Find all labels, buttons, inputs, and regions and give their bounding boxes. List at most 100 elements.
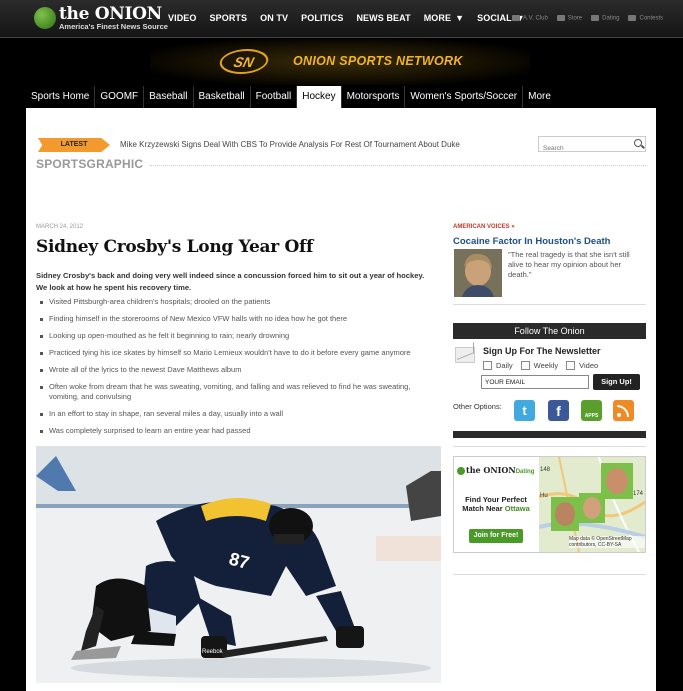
utility-links: A.V. Club Store Dating Contests [512, 15, 672, 22]
article-photo: 87 Reebok [36, 446, 441, 683]
sports-nav-womens[interactable]: Women's Sports/Soccer [404, 86, 523, 108]
article-lede: Sidney Crosby's back and doing very well… [36, 271, 425, 292]
nav-video[interactable]: VIDEO [168, 13, 197, 23]
dating-ad-headline: Find Your Perfect Match Near Ottawa [454, 495, 538, 513]
map-credit: Map data © OpenStreetMap contributors, C… [569, 536, 645, 548]
logo-tagline: America's Finest News Source [59, 22, 168, 31]
heart-icon [591, 15, 600, 21]
nav-on-tv[interactable]: ON TV [260, 13, 288, 23]
util-contests[interactable]: Contests [628, 15, 663, 22]
nav-politics[interactable]: POLITICS [301, 13, 343, 23]
video-label: Video [579, 361, 599, 370]
dating-ad[interactable]: the ONIONDating Find Your Perfect Match … [453, 456, 646, 553]
facebook-icon[interactable]: f [548, 400, 569, 421]
sports-network-banner[interactable]: SN ONION SPORTS NETWORK [0, 39, 683, 85]
follow-the-onion-header: Follow The Onion [453, 323, 646, 339]
star-icon [628, 15, 637, 21]
dating-brand: the ONION [466, 465, 516, 475]
sidebar-divider [453, 446, 646, 447]
banner-title: ONION SPORTS NETWORK [293, 54, 463, 68]
list-item: Often woke from dream that he was sweati… [36, 382, 436, 402]
section-title: SPORTSGRAPHIC [36, 157, 144, 171]
dating-brand-suffix: Dating [515, 469, 535, 475]
ad-city: Ottawa [504, 504, 530, 513]
sports-nav-home[interactable]: Sports Home [26, 86, 95, 108]
sidebar-divider [453, 304, 646, 305]
section-divider [150, 165, 646, 166]
daily-checkbox[interactable] [483, 361, 492, 370]
map-label: Hu [540, 493, 548, 499]
search-input[interactable] [539, 141, 629, 156]
sports-nav: Sports Home GOOMF Baseball Basketball Fo… [26, 86, 556, 108]
nav-more-label: MORE [423, 13, 452, 23]
onion-logo[interactable]: the ONION America's Finest News Source [34, 5, 168, 35]
sports-nav-motorsports[interactable]: Motorsports [340, 86, 405, 108]
latest-headline-link[interactable]: Mike Krzyzewski Signs Deal With CBS To P… [120, 140, 460, 149]
avclub-icon [512, 15, 520, 21]
apps-label: APPS [584, 413, 599, 419]
nav-news-beat[interactable]: NEWS BEAT [356, 13, 410, 23]
american-voices-title[interactable]: Cocaine Factor In Houston's Death [453, 236, 610, 247]
rss-icon[interactable] [613, 400, 634, 421]
american-voices-quote: "The real tragedy is that she isn't stil… [508, 250, 630, 279]
util-avclub-label: A.V. Club [523, 15, 548, 22]
search-box [538, 136, 646, 156]
daily-label: Daily [496, 361, 513, 370]
envelope-icon [455, 347, 475, 363]
util-avclub[interactable]: A.V. Club [512, 15, 548, 22]
map-label: 174 [633, 491, 644, 497]
caret-down-icon: ▼ [455, 13, 465, 23]
top-bar: the ONION America's Finest News Source V… [0, 0, 683, 38]
search-icon[interactable] [634, 139, 642, 147]
util-store[interactable]: Store [556, 15, 583, 22]
sports-nav-basketball[interactable]: Basketball [192, 86, 250, 108]
top-nav: VIDEO SPORTS ON TV POLITICS NEWS BEAT MO… [168, 13, 538, 23]
article-bullet-list: Visited Pittsburgh-area children's hospi… [36, 297, 436, 443]
email-field[interactable] [481, 375, 589, 389]
globe-icon [34, 7, 56, 29]
sports-nav-goomf[interactable]: GOOMF [94, 86, 144, 108]
american-voices-label[interactable]: AMERICAN VOICES » [453, 224, 515, 230]
weekly-checkbox[interactable] [520, 361, 530, 370]
list-item: Was completely surprised to learn an ent… [36, 426, 436, 436]
latest-tag: LATEST [38, 138, 110, 152]
globe-icon [457, 467, 465, 475]
article-date: MARCH 24, 2012 [36, 224, 84, 230]
hockey-player-image: 87 Reebok [36, 446, 441, 683]
sports-nav-baseball[interactable]: Baseball [143, 86, 193, 108]
video-checkbox[interactable] [566, 361, 576, 370]
sports-nav-hockey[interactable]: Hockey [296, 86, 341, 108]
nav-sports[interactable]: SPORTS [210, 13, 248, 23]
join-for-free-button[interactable]: Join for Free! [469, 529, 523, 543]
main-content: LATEST Mike Krzyzewski Signs Deal With C… [26, 108, 656, 691]
signup-button[interactable]: Sign Up! [593, 374, 640, 390]
cart-icon [556, 15, 565, 21]
sports-nav-football[interactable]: Football [249, 86, 297, 108]
american-voices-photo[interactable] [454, 249, 502, 297]
nav-social-label: SOCIAL [477, 13, 512, 23]
util-store-label: Store [567, 15, 583, 22]
option-video[interactable]: Video [566, 361, 598, 370]
dating-map[interactable]: 148 174 Hu Map data © OpenStreetMap cont… [539, 457, 645, 552]
list-item: In an effort to stay in shape, ran sever… [36, 409, 436, 419]
list-item: Visited Pittsburgh-area children's hospi… [36, 297, 436, 307]
map-label: 148 [540, 467, 551, 473]
sidebar-divider [453, 574, 646, 575]
list-item: Practiced tying his ice skates by himsel… [36, 348, 436, 358]
option-weekly[interactable]: Weekly [520, 361, 558, 370]
other-options-label: Other Options: [453, 402, 502, 411]
newsletter-options: Daily Weekly Video [483, 361, 606, 370]
nav-more[interactable]: MORE ▼ [424, 13, 464, 23]
newsletter-title: Sign Up For The Newsletter [483, 346, 601, 356]
dating-ad-logo: the ONIONDating [457, 465, 534, 475]
apps-icon[interactable]: APPS [581, 400, 602, 421]
dark-divider [453, 431, 646, 438]
list-item: Looking up open-mouthed as he felt it be… [36, 331, 436, 341]
option-daily[interactable]: Daily [483, 361, 513, 370]
twitter-icon[interactable]: t [514, 400, 535, 421]
list-item: Finding himself in the storerooms of New… [36, 314, 436, 324]
util-dating[interactable]: Dating [591, 15, 619, 22]
list-item: Wrote all of the lyrics to the newest Da… [36, 365, 436, 375]
sports-nav-more[interactable]: More [522, 86, 556, 108]
portrait-image [454, 249, 502, 297]
